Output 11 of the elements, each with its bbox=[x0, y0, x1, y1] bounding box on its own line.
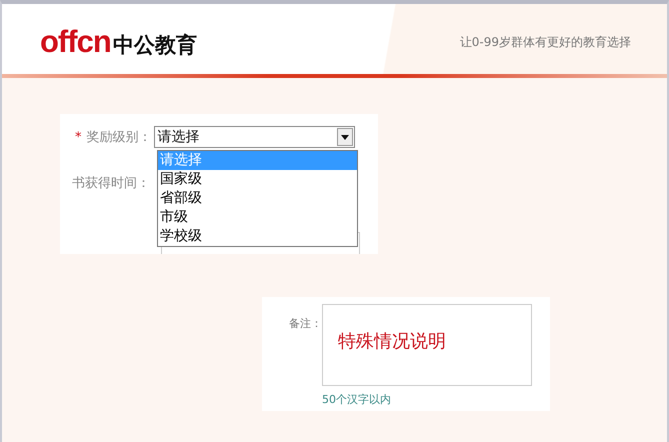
remarks-textarea[interactable]: 特殊情况说明 bbox=[322, 304, 532, 386]
remarks-label: 备注： bbox=[289, 316, 322, 332]
slogan: 让0-99岁群体有更好的教育选择 bbox=[460, 34, 631, 50]
required-mark: * bbox=[75, 130, 82, 144]
logo-wordmark: offcn bbox=[40, 24, 111, 60]
dropdown-caret-icon[interactable] bbox=[336, 128, 352, 146]
logo-text: 中公教育 bbox=[112, 32, 197, 59]
field-label: 奖励级别： bbox=[86, 129, 152, 146]
field-label: 书获得时间： bbox=[72, 175, 150, 192]
remarks-hint: 50个汉字以内 bbox=[322, 392, 392, 408]
award-level-select[interactable]: 请选择 bbox=[154, 126, 354, 148]
